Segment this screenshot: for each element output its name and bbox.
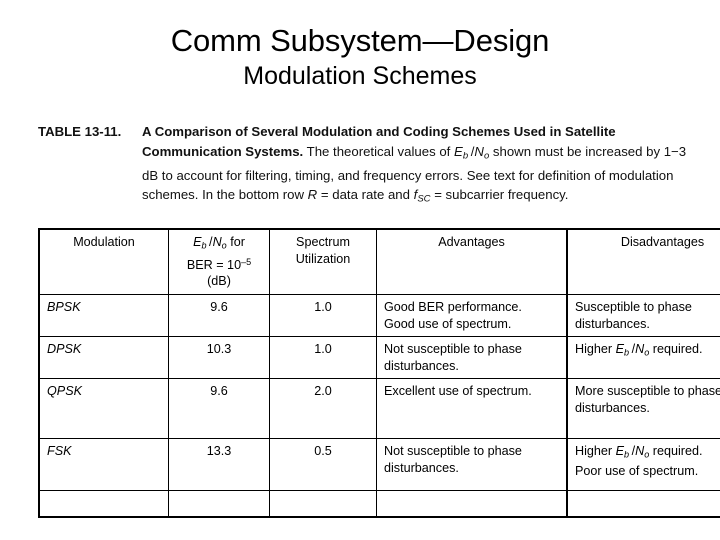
symbol-r: R <box>307 187 318 203</box>
disadvantage-line: disturbances. <box>575 316 650 331</box>
cell-spectrum: 0.5 <box>269 438 377 491</box>
cell-spectrum <box>269 490 377 517</box>
table-row-partial-cutoff <box>38 490 720 517</box>
cell-ebno: 9.6 <box>168 294 270 337</box>
symbol-eb-no-caption: Eb /No <box>454 143 490 162</box>
cell-ebno <box>168 490 270 517</box>
table-caption-body: A Comparison of Several Modulation and C… <box>142 122 688 210</box>
cell-disadvantages: Higher Eb /No required. Poor use of spec… <box>566 438 720 491</box>
disadvantage-line: More susceptible to phase <box>575 384 720 398</box>
table-caption-text-1: The theoretical values of <box>306 143 451 159</box>
slide-header: Comm Subsystem—Design Modulation Schemes <box>0 0 720 91</box>
advantage-line: Good use of spectrum. <box>384 316 512 331</box>
advantage-line: Good BER performance. <box>384 300 522 314</box>
page-subtitle: Modulation Schemes <box>243 62 477 91</box>
column-header-spectrum-line1: Spectrum <box>296 235 350 249</box>
cell-modulation <box>38 490 169 517</box>
advantage-line: Not susceptible to phase <box>384 444 522 458</box>
advantage-line: disturbances. <box>384 358 459 373</box>
table-caption: TABLE 13-11. A Comparison of Several Mod… <box>38 122 688 210</box>
disadvantage-line: disturbances. <box>575 400 650 415</box>
cell-modulation: BPSK <box>38 294 169 337</box>
cell-advantages: Not susceptible to phase disturbances. <box>376 438 568 491</box>
symbol-eb-no: Eb /No <box>615 342 650 358</box>
table-header-row: Modulation Eb /No for BER = 10–5 (dB) Sp… <box>38 228 720 295</box>
cell-modulation: DPSK <box>38 336 169 379</box>
page-title: Comm Subsystem—Design <box>170 23 550 58</box>
column-header-advantages: Advantages <box>376 228 568 295</box>
column-header-ebno: Eb /No for BER = 10–5 (dB) <box>168 228 270 295</box>
modulation-comparison-table-wrapper: Modulation Eb /No for BER = 10–5 (dB) Sp… <box>38 228 720 518</box>
cell-spectrum: 2.0 <box>269 378 377 439</box>
cell-spectrum: 1.0 <box>269 336 377 379</box>
advantage-line: Excellent use of spectrum. <box>384 384 532 398</box>
cell-ebno: 13.3 <box>168 438 270 491</box>
modulation-comparison-table: Modulation Eb /No for BER = 10–5 (dB) Sp… <box>38 228 720 518</box>
slide-canvas: { "slide": { "title": "Comm Subsystem\u2… <box>0 0 720 540</box>
advantage-line: Not susceptible to phase <box>384 342 522 356</box>
table-row: QPSK 9.6 2.0 Excellent use of spectrum. … <box>38 378 720 439</box>
cell-ebno: 10.3 <box>168 336 270 379</box>
cell-disadvantages: More susceptible to phase disturbances. <box>566 378 720 439</box>
table-header: Modulation Eb /No for BER = 10–5 (dB) Sp… <box>38 228 720 295</box>
column-header-spectrum-utilization: Spectrum Utilization <box>269 228 377 295</box>
cell-advantages: Not susceptible to phase disturbances. <box>376 336 568 379</box>
table-caption-label: TABLE 13-11. <box>38 124 122 139</box>
disadvantage-line: Poor use of spectrum. <box>575 464 699 479</box>
symbol-eb-no: Eb /No <box>615 444 650 460</box>
column-header-modulation: Modulation <box>38 228 169 295</box>
disadvantage-line: Higher Eb /No required. <box>575 444 703 460</box>
table-row: BPSK 9.6 1.0 Good BER performance. Good … <box>38 294 720 337</box>
cell-disadvantages: Susceptible to phase disturbances. <box>566 294 720 337</box>
cell-modulation: FSK <box>38 438 169 491</box>
cell-advantages <box>376 490 568 517</box>
table-row: DPSK 10.3 1.0 Not susceptible to phase d… <box>38 336 720 379</box>
cell-spectrum: 1.0 <box>269 294 377 337</box>
advantage-line: disturbances. <box>384 460 459 475</box>
table-body: BPSK 9.6 1.0 Good BER performance. Good … <box>38 294 720 517</box>
disadvantage-line: Susceptible to phase <box>575 300 692 314</box>
cell-modulation: QPSK <box>38 378 169 439</box>
cell-disadvantages <box>566 490 720 517</box>
cell-advantages: Excellent use of spectrum. <box>376 378 568 439</box>
table-row: FSK 13.3 0.5 Not susceptible to phase di… <box>38 438 720 491</box>
cell-advantages: Good BER performance. Good use of spectr… <box>376 294 568 337</box>
table-caption-text-3: = data rate and <box>320 187 410 203</box>
column-header-disadvantages: Disadvantages <box>566 228 720 295</box>
cell-ebno: 9.6 <box>168 378 270 439</box>
table-caption-text-4: = subcarrier frequency. <box>434 187 569 203</box>
symbol-f-sc: fSC <box>413 187 431 206</box>
cell-disadvantages: Higher Eb /No required. <box>566 336 720 379</box>
column-header-spectrum-line2: Utilization <box>295 251 351 266</box>
